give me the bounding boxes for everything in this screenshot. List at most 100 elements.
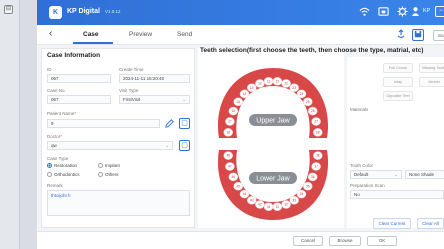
tooth-number: 45 <box>236 184 240 188</box>
tooth-23[interactable]: 23 <box>289 83 299 93</box>
scan-button[interactable]: Scan <box>433 30 444 41</box>
chip-opposite-teeth[interactable]: Opposite Teet <box>383 91 413 101</box>
tooth-34[interactable]: 34 <box>296 189 307 199</box>
create-time-field[interactable]: 2024-11-11 15:20:40 <box>119 74 190 83</box>
radio-dot <box>47 163 52 168</box>
tooth-24[interactable]: 24 <box>296 89 307 99</box>
chip-full-crown[interactable]: Full Crown <box>383 63 413 73</box>
tooth-number: 15 <box>236 100 240 104</box>
id-label: ID <box>47 67 52 72</box>
tooth-number: 31 <box>276 205 280 209</box>
edit-pencil-icon[interactable] <box>164 118 175 132</box>
clear-current-button[interactable]: Clear Current <box>373 218 411 229</box>
tooth-15[interactable]: 15 <box>233 97 244 107</box>
app-version: V1.0.12 <box>105 9 121 14</box>
tooth-33[interactable]: 33 <box>289 195 299 205</box>
doctor-list-icon[interactable]: ▢ <box>179 140 190 151</box>
title-bar: K KP Digital V1.0.12 KP − <box>37 0 444 25</box>
tooth-38[interactable]: 38 <box>313 151 323 160</box>
minimize-icon[interactable]: ⊟ <box>4 5 13 14</box>
visit-type-value: FirstVisit <box>123 97 141 102</box>
clear-all-button[interactable]: Clear All <box>417 218 444 229</box>
user-name: KP <box>423 8 431 14</box>
tooth-44[interactable]: 44 <box>239 189 250 199</box>
tooth-12[interactable]: 12 <box>255 79 265 88</box>
window-icon[interactable] <box>378 6 389 20</box>
tooth-25[interactable]: 25 <box>303 97 313 107</box>
shade-select[interactable]: None Shade <box>405 170 444 179</box>
chip-veneer[interactable]: Veneer <box>419 77 444 87</box>
radio-dot <box>98 172 103 177</box>
case-no-label: Case No. <box>47 88 66 93</box>
gear-icon[interactable] <box>397 6 408 20</box>
active-tab-indicator <box>73 42 113 44</box>
radio-implant[interactable]: Implant <box>98 163 120 168</box>
tab-send[interactable]: Send <box>177 31 192 38</box>
tooth-46[interactable]: 46 <box>228 172 239 182</box>
tooth-45[interactable]: 45 <box>233 181 244 191</box>
tooth-14[interactable]: 14 <box>239 89 250 99</box>
tooth-36[interactable]: 36 <box>307 172 318 182</box>
patient-list-icon[interactable]: ▢ <box>179 118 190 129</box>
tooth-28[interactable]: 28 <box>313 128 323 137</box>
window-control-icon[interactable]: − <box>435 6 444 17</box>
tooth-number: 47 <box>228 165 232 169</box>
tooth-32[interactable]: 32 <box>281 200 291 209</box>
tooth-37[interactable]: 37 <box>311 162 321 171</box>
visit-type-select[interactable]: FirstVisit ⌄ <box>119 95 190 104</box>
patient-name-field[interactable]: 9 <box>47 119 160 128</box>
tooth-48[interactable]: 48 <box>223 151 234 160</box>
tooth-number: 18 <box>226 131 230 135</box>
tooth-color-label: Tooth Color <box>350 163 374 168</box>
save-icon[interactable] <box>412 29 424 41</box>
tooth-number: 16 <box>232 109 236 113</box>
tooth-41[interactable]: 41 <box>263 202 274 211</box>
id-field[interactable]: 067 <box>47 74 111 83</box>
tooth-43[interactable]: 43 <box>247 195 257 205</box>
remark-textarea[interactable]: thtoijoht h <box>47 190 190 216</box>
teeth-selection-title: Teeth selection(first choose the teeth, … <box>200 47 424 54</box>
radio-restoration[interactable]: Restoration <box>47 163 77 168</box>
case-no-field[interactable]: 067 <box>47 95 111 104</box>
tooth-47[interactable]: 47 <box>225 162 235 171</box>
lower-jaw-label: Lower Jaw <box>256 176 290 183</box>
chip-missing-tooth[interactable]: Missing Tooth <box>419 63 444 73</box>
tooth-31[interactable]: 31 <box>272 202 283 211</box>
doctor-select[interactable]: qw ⌄ <box>47 141 173 150</box>
tooth-number: 38 <box>316 154 320 158</box>
app-name: KP Digital <box>67 8 100 15</box>
browse-button[interactable]: Browse <box>329 236 361 246</box>
case-information-panel: Case Information ID 067 Create Time 2024… <box>41 48 195 228</box>
tooth-number: 22 <box>284 82 288 86</box>
tooth-16[interactable]: 16 <box>228 106 239 116</box>
upper-jaw-label: Upper Jaw <box>256 118 290 125</box>
tooth-21[interactable]: 21 <box>272 76 283 86</box>
tooth-11[interactable]: 11 <box>263 76 274 86</box>
tooth-17[interactable]: 17 <box>225 117 235 126</box>
section-title: Case Information <box>47 52 101 59</box>
tooth-22[interactable]: 22 <box>281 79 291 88</box>
tooth-number: 36 <box>311 175 315 179</box>
tooth-42[interactable]: 42 <box>255 200 265 209</box>
preparation-scan-select[interactable]: No <box>350 190 444 199</box>
wifi-icon[interactable] <box>359 6 370 20</box>
tooth-number: 42 <box>258 203 262 207</box>
ok-button[interactable]: OK <box>367 236 397 246</box>
tooth-26[interactable]: 26 <box>307 106 318 116</box>
cancel-button[interactable]: Cancel <box>293 236 323 246</box>
user-icon[interactable] <box>411 6 420 20</box>
main-content: Case Information ID 067 Create Time 2024… <box>37 45 444 231</box>
chip-inlay[interactable]: Inlay <box>383 77 413 87</box>
tab-preview[interactable]: Preview <box>129 31 152 38</box>
export-icon[interactable] <box>395 29 407 41</box>
tooth-color-select[interactable]: Default ⌄ <box>350 170 402 179</box>
tooth-35[interactable]: 35 <box>303 181 313 191</box>
tab-case[interactable]: Case <box>83 31 99 38</box>
teeth-chart[interactable]: 18 17 16 151413 12 11 21 22 23 2425 26 27 28 48 47 46 4… <box>209 62 337 226</box>
radio-others[interactable]: Others <box>98 172 119 177</box>
tooth-13[interactable]: 13 <box>247 83 257 93</box>
radio-orthodontics[interactable]: Orthodontics <box>47 172 80 177</box>
tooth-18[interactable]: 18 <box>223 128 234 137</box>
tooth-27[interactable]: 27 <box>311 117 321 126</box>
back-arrow-icon[interactable]: ‹ <box>49 29 52 39</box>
